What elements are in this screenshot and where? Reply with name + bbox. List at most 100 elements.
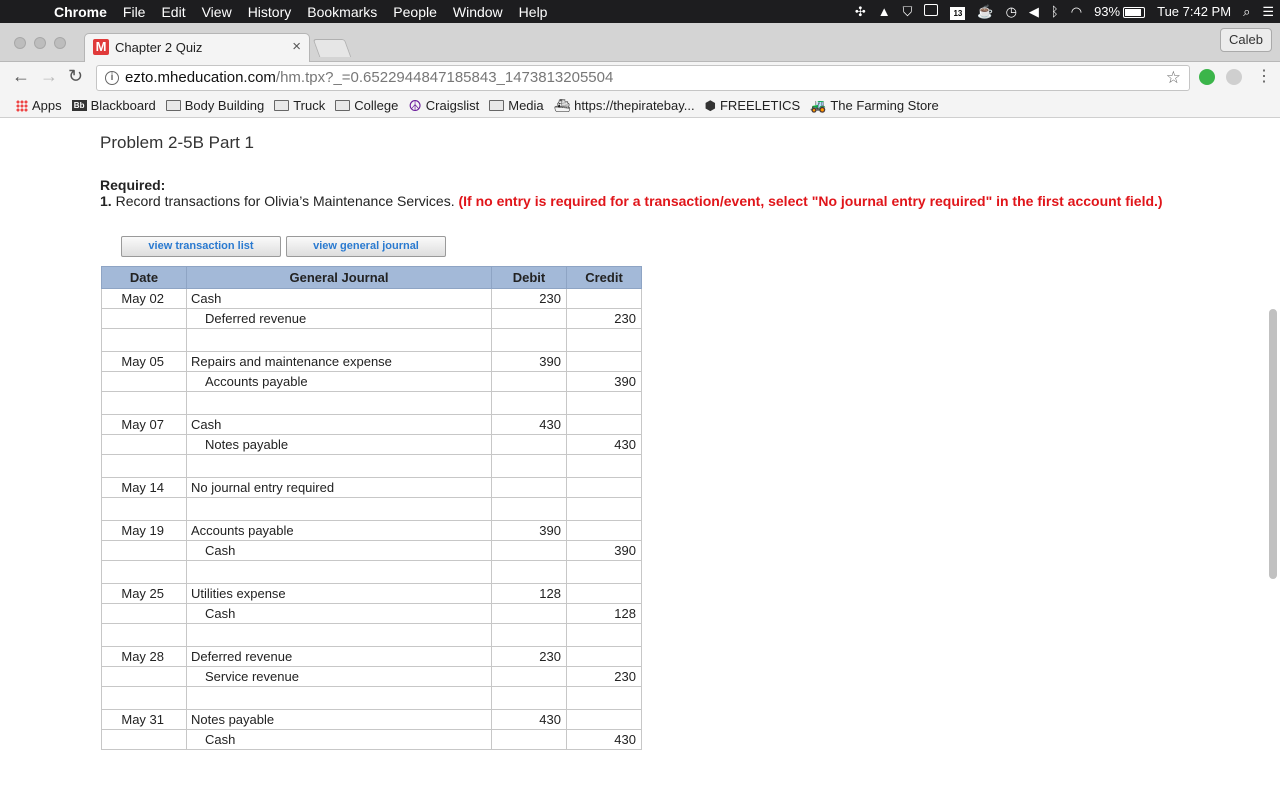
bookmark-farming-store[interactable]: 🚜 The Farming Store bbox=[810, 98, 939, 114]
credit-cell[interactable]: 430 bbox=[566, 729, 642, 750]
account-cell[interactable]: Cash bbox=[186, 288, 492, 309]
clock[interactable]: Tue 7:42 PM bbox=[1151, 4, 1237, 19]
credit-cell[interactable]: 430 bbox=[566, 434, 642, 455]
menu-people[interactable]: People bbox=[385, 4, 445, 20]
account-cell[interactable]: Accounts payable bbox=[186, 371, 492, 392]
account-cell[interactable]: Cash bbox=[186, 414, 492, 435]
forward-arrow-icon[interactable]: → bbox=[40, 66, 58, 87]
menu-edit[interactable]: Edit bbox=[153, 4, 193, 20]
tab-chapter-2-quiz[interactable]: M Chapter 2 Quiz × bbox=[84, 33, 310, 62]
credit-cell[interactable]: 128 bbox=[566, 603, 642, 624]
window-zoom-button[interactable] bbox=[54, 37, 66, 49]
window-close-button[interactable] bbox=[14, 37, 26, 49]
account-cell[interactable]: Utilities expense bbox=[186, 583, 492, 604]
account-cell[interactable]: Repairs and maintenance expense bbox=[186, 351, 492, 372]
bookmark-college[interactable]: College bbox=[335, 98, 398, 113]
debit-cell[interactable] bbox=[491, 308, 567, 329]
caffeine-icon[interactable]: ☕ bbox=[971, 4, 999, 20]
chrome-menu-icon[interactable]: ⋮ bbox=[1256, 66, 1272, 86]
date-cell[interactable] bbox=[101, 434, 187, 455]
bookmark-blackboard[interactable]: Bb Blackboard bbox=[71, 98, 156, 113]
wifi-icon[interactable]: ◠ bbox=[1065, 4, 1088, 20]
date-cell[interactable]: May 05 bbox=[101, 351, 187, 372]
credit-cell[interactable]: 390 bbox=[566, 371, 642, 392]
profile-button[interactable]: Caleb bbox=[1220, 28, 1272, 52]
back-arrow-icon[interactable]: ← bbox=[12, 66, 30, 87]
view-general-journal-button[interactable]: view general journal bbox=[286, 236, 446, 257]
vertical-scrollbar[interactable] bbox=[1269, 309, 1277, 579]
credit-cell[interactable] bbox=[566, 520, 642, 541]
address-bar[interactable]: i ezto.mheducation.com/hm.tpx?_=0.652294… bbox=[96, 65, 1190, 91]
date-cell[interactable]: May 14 bbox=[101, 477, 187, 498]
date-cell[interactable]: May 02 bbox=[101, 288, 187, 309]
account-cell[interactable]: Cash bbox=[186, 603, 492, 624]
account-cell[interactable]: Notes payable bbox=[186, 709, 492, 730]
debit-cell[interactable]: 390 bbox=[491, 351, 567, 372]
debit-cell[interactable]: 430 bbox=[491, 414, 567, 435]
debit-cell[interactable] bbox=[491, 603, 567, 624]
bookmark-craigslist[interactable]: ☮ Craigslist bbox=[408, 97, 479, 115]
debit-cell[interactable] bbox=[491, 666, 567, 687]
debit-cell[interactable]: 430 bbox=[491, 709, 567, 730]
bookmark-body-building[interactable]: Body Building bbox=[165, 98, 264, 113]
bookmark-star-icon[interactable]: ☆ bbox=[1166, 66, 1181, 90]
spotlight-search-icon[interactable]: ⌕ bbox=[1237, 4, 1256, 20]
date-cell[interactable]: May 07 bbox=[101, 414, 187, 435]
calendar-icon[interactable]: 13 bbox=[944, 4, 971, 20]
account-cell[interactable]: Deferred revenue bbox=[186, 308, 492, 329]
bookmark-apps[interactable]: Apps bbox=[16, 98, 62, 113]
bluetooth-icon[interactable]: ᛒ bbox=[1045, 4, 1065, 19]
account-cell[interactable]: Deferred revenue bbox=[186, 646, 492, 667]
debit-cell[interactable]: 128 bbox=[491, 583, 567, 604]
credit-cell[interactable] bbox=[566, 477, 642, 498]
date-cell[interactable]: May 31 bbox=[101, 709, 187, 730]
date-cell[interactable] bbox=[101, 371, 187, 392]
shield-icon[interactable]: ⛉ bbox=[897, 4, 919, 20]
volume-icon[interactable]: ◀ bbox=[1023, 4, 1045, 20]
debit-cell[interactable] bbox=[491, 477, 567, 498]
account-cell[interactable]: Cash bbox=[186, 540, 492, 561]
debit-cell[interactable]: 230 bbox=[491, 646, 567, 667]
screen-capture-icon[interactable] bbox=[918, 4, 944, 19]
credit-cell[interactable] bbox=[566, 583, 642, 604]
bookmark-freeletics[interactable]: ⬢ FREELETICS bbox=[705, 98, 801, 114]
evernote-extension-icon[interactable] bbox=[1199, 69, 1215, 85]
date-cell[interactable] bbox=[101, 603, 187, 624]
site-info-icon[interactable]: i bbox=[105, 71, 119, 85]
credit-cell[interactable] bbox=[566, 414, 642, 435]
bookmark-truck[interactable]: Truck bbox=[274, 98, 325, 113]
battery-status[interactable]: 93% bbox=[1088, 4, 1151, 19]
credit-cell[interactable] bbox=[566, 351, 642, 372]
menu-history[interactable]: History bbox=[240, 4, 300, 20]
credit-cell[interactable] bbox=[566, 709, 642, 730]
menu-bookmarks[interactable]: Bookmarks bbox=[299, 4, 385, 20]
menu-file[interactable]: File bbox=[115, 4, 154, 20]
account-cell[interactable]: Accounts payable bbox=[186, 520, 492, 541]
reload-icon[interactable]: ↻ bbox=[68, 66, 83, 87]
credit-cell[interactable] bbox=[566, 288, 642, 309]
account-cell[interactable]: Cash bbox=[186, 729, 492, 750]
credit-cell[interactable]: 390 bbox=[566, 540, 642, 561]
debit-cell[interactable]: 230 bbox=[491, 288, 567, 309]
debit-cell[interactable] bbox=[491, 371, 567, 392]
new-tab-button[interactable] bbox=[312, 39, 352, 57]
account-cell[interactable]: Notes payable bbox=[186, 434, 492, 455]
date-cell[interactable] bbox=[101, 308, 187, 329]
bookmark-media[interactable]: Media bbox=[489, 98, 544, 113]
google-drive-icon[interactable]: ▲ bbox=[872, 4, 897, 19]
date-cell[interactable]: May 28 bbox=[101, 646, 187, 667]
menu-view[interactable]: View bbox=[194, 4, 240, 20]
window-minimize-button[interactable] bbox=[34, 37, 46, 49]
drive-extension-icon[interactable] bbox=[1226, 69, 1242, 85]
debit-cell[interactable] bbox=[491, 729, 567, 750]
date-cell[interactable] bbox=[101, 540, 187, 561]
debit-cell[interactable] bbox=[491, 434, 567, 455]
credit-cell[interactable]: 230 bbox=[566, 666, 642, 687]
view-transaction-list-button[interactable]: view transaction list bbox=[121, 236, 281, 257]
notification-center-icon[interactable]: ☰ bbox=[1256, 4, 1280, 20]
account-cell[interactable]: No journal entry required bbox=[186, 477, 492, 498]
menu-app-name[interactable]: Chrome bbox=[48, 4, 115, 20]
date-cell[interactable]: May 25 bbox=[101, 583, 187, 604]
date-cell[interactable] bbox=[101, 666, 187, 687]
bookmark-thepiratebay[interactable]: ⛴ https://thepiratebay... bbox=[554, 98, 695, 114]
